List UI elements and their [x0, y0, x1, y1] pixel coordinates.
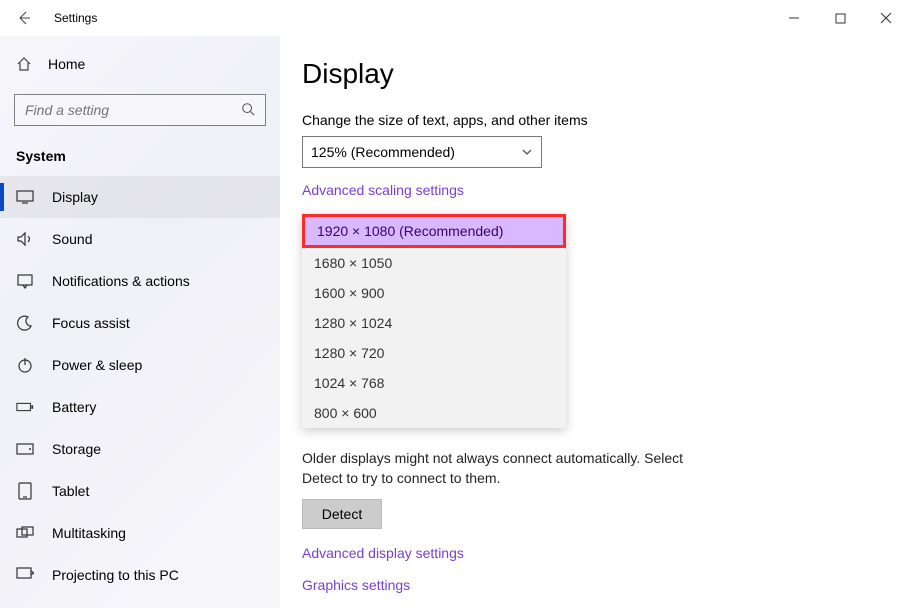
tablet-icon [16, 482, 34, 500]
home-icon [16, 56, 32, 72]
maximize-icon [835, 13, 846, 24]
chevron-down-icon [521, 146, 533, 158]
scale-value: 125% (Recommended) [311, 144, 455, 160]
storage-icon [16, 440, 34, 458]
resolution-option-selected[interactable]: 1920 × 1080 (Recommended) [302, 214, 566, 248]
sidebar-item-label: Power & sleep [52, 357, 142, 373]
sidebar-item-storage[interactable]: Storage [0, 428, 280, 470]
back-button[interactable] [0, 0, 48, 36]
resolution-option[interactable]: 1680 × 1050 [302, 248, 566, 278]
detect-label: Detect [322, 506, 362, 522]
sidebar-item-tablet[interactable]: Tablet [0, 470, 280, 512]
project-icon [16, 566, 34, 584]
minimize-icon [788, 12, 800, 24]
battery-icon [16, 398, 34, 416]
moon-icon [16, 314, 34, 332]
page-title: Display [302, 58, 887, 90]
resolution-option[interactable]: 1280 × 720 [302, 338, 566, 368]
scale-combo[interactable]: 125% (Recommended) [302, 136, 542, 168]
notifications-icon [16, 272, 34, 290]
resolution-option[interactable]: 1280 × 1024 [302, 308, 566, 338]
resolution-dropdown[interactable]: 1920 × 1080 (Recommended) 1680 × 1050 16… [302, 214, 566, 428]
power-icon [16, 356, 34, 374]
advanced-scaling-link[interactable]: Advanced scaling settings [302, 182, 464, 198]
resolution-option[interactable]: 800 × 600 [302, 398, 566, 428]
sidebar-item-home[interactable]: Home [0, 44, 280, 84]
minimize-button[interactable] [771, 2, 817, 34]
sidebar-section-label: System [0, 134, 280, 170]
older-displays-text: Older displays might not always connect … [302, 448, 722, 489]
advanced-display-link[interactable]: Advanced display settings [302, 545, 464, 561]
titlebar: Settings [0, 0, 909, 36]
sidebar-item-label: Sound [52, 231, 92, 247]
sidebar-item-notifications[interactable]: Notifications & actions [0, 260, 280, 302]
window-controls [771, 2, 909, 34]
resolution-option[interactable]: 1024 × 768 [302, 368, 566, 398]
sidebar: Home System Display Sound Notification [0, 36, 280, 608]
window-title: Settings [54, 11, 97, 25]
detect-button[interactable]: Detect [302, 499, 382, 529]
multitask-icon [16, 524, 34, 542]
close-icon [880, 12, 892, 24]
main-content: Display Change the size of text, apps, a… [280, 36, 909, 608]
sidebar-item-label: Notifications & actions [52, 273, 190, 289]
search-field[interactable] [23, 101, 241, 119]
sidebar-item-power-sleep[interactable]: Power & sleep [0, 344, 280, 386]
sidebar-item-label: Storage [52, 441, 101, 457]
sound-icon [16, 230, 34, 248]
search-icon [241, 102, 257, 118]
sidebar-item-battery[interactable]: Battery [0, 386, 280, 428]
sidebar-item-label: Display [52, 189, 98, 205]
sidebar-item-label: Multitasking [52, 525, 126, 541]
arrow-left-icon [16, 10, 32, 26]
sidebar-item-label: Projecting to this PC [52, 567, 179, 583]
sidebar-item-focus-assist[interactable]: Focus assist [0, 302, 280, 344]
display-icon [16, 188, 34, 206]
sidebar-item-display[interactable]: Display [0, 176, 280, 218]
home-label: Home [48, 56, 85, 72]
sidebar-item-projecting[interactable]: Projecting to this PC [0, 554, 280, 596]
sidebar-item-label: Battery [52, 399, 96, 415]
search-input[interactable] [14, 94, 266, 126]
graphics-settings-link[interactable]: Graphics settings [302, 577, 410, 593]
close-button[interactable] [863, 2, 909, 34]
sidebar-nav: Display Sound Notifications & actions Fo… [0, 176, 280, 596]
scale-label: Change the size of text, apps, and other… [302, 112, 887, 128]
maximize-button[interactable] [817, 2, 863, 34]
sidebar-item-label: Tablet [52, 483, 89, 499]
sidebar-item-sound[interactable]: Sound [0, 218, 280, 260]
sidebar-item-multitasking[interactable]: Multitasking [0, 512, 280, 554]
resolution-option[interactable]: 1600 × 900 [302, 278, 566, 308]
sidebar-item-label: Focus assist [52, 315, 130, 331]
